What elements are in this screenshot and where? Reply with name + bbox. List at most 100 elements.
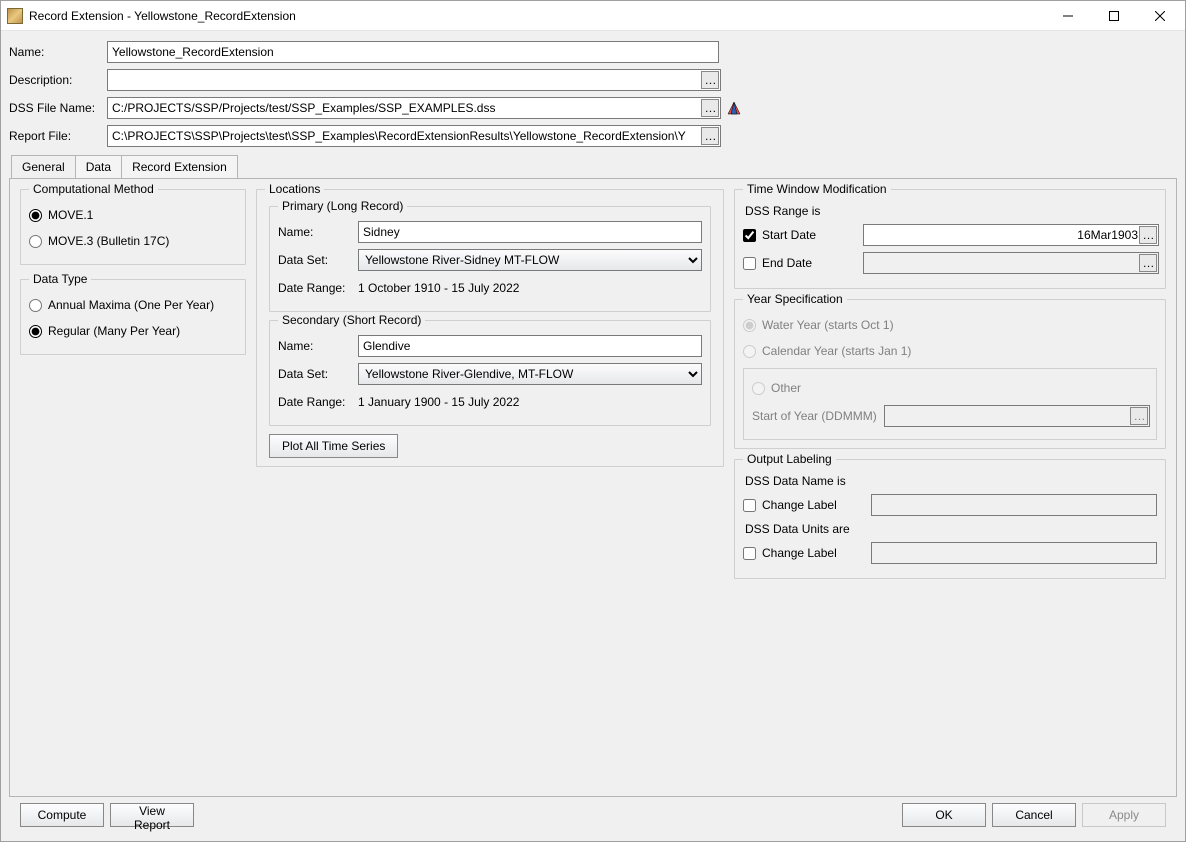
dss-range-label: DSS Range is bbox=[745, 204, 1157, 218]
locations-group: Locations Primary (Long Record) Name: Da… bbox=[256, 189, 724, 467]
header-form: Name: Description: … DSS File Name: … bbox=[9, 39, 1177, 151]
year-specification-group: Year Specification Water Year (starts Oc… bbox=[734, 299, 1166, 449]
primary-legend: Primary (Long Record) bbox=[278, 199, 407, 213]
tab-content-general: Computational Method MOVE.1 MOVE.3 (Bull… bbox=[9, 178, 1177, 797]
calendar-year-radio: Calendar Year (starts Jan 1) bbox=[743, 340, 1157, 362]
start-date-checkbox[interactable] bbox=[743, 229, 756, 242]
start-date-label: Start Date bbox=[762, 228, 816, 242]
client-area: Name: Description: … DSS File Name: … bbox=[1, 31, 1185, 841]
start-date-picker-button[interactable]: … bbox=[1139, 226, 1157, 244]
tab-data[interactable]: Data bbox=[76, 155, 122, 178]
view-report-button[interactable]: View Report bbox=[110, 803, 194, 827]
move3-label: MOVE.3 (Bulletin 17C) bbox=[48, 234, 169, 248]
change-name-input bbox=[871, 494, 1157, 516]
change-units-check[interactable]: Change Label bbox=[743, 546, 871, 560]
end-date-label: End Date bbox=[762, 256, 812, 270]
reportfile-input[interactable] bbox=[107, 125, 721, 147]
start-of-year-picker-button: … bbox=[1130, 407, 1148, 425]
secondary-legend: Secondary (Short Record) bbox=[278, 313, 425, 327]
water-year-radio-input bbox=[743, 319, 756, 332]
start-date-input[interactable] bbox=[863, 224, 1159, 246]
maximize-button[interactable] bbox=[1091, 1, 1137, 31]
dssfile-input[interactable] bbox=[107, 97, 721, 119]
dss-data-name-label: DSS Data Name is bbox=[745, 474, 1157, 488]
year-specification-legend: Year Specification bbox=[743, 292, 847, 306]
plot-all-timeseries-button[interactable]: Plot All Time Series bbox=[269, 434, 398, 458]
secondary-dataset-select[interactable]: Yellowstone River-Glendive, MT-FLOW bbox=[358, 363, 702, 385]
name-input[interactable] bbox=[107, 41, 719, 63]
titlebar: Record Extension - Yellowstone_RecordExt… bbox=[1, 1, 1185, 31]
dssfile-label: DSS File Name: bbox=[9, 101, 107, 115]
reportfile-label: Report File: bbox=[9, 129, 107, 143]
end-date-input bbox=[863, 252, 1159, 274]
description-browse-button[interactable]: … bbox=[701, 71, 719, 89]
change-units-checkbox[interactable] bbox=[743, 547, 756, 560]
other-year-label: Other bbox=[771, 381, 801, 395]
change-name-label: Change Label bbox=[762, 498, 837, 512]
cancel-button[interactable]: Cancel bbox=[992, 803, 1076, 827]
dss-data-units-label: DSS Data Units are bbox=[745, 522, 1157, 536]
output-labeling-group: Output Labeling DSS Data Name is Change … bbox=[734, 459, 1166, 579]
move3-radio-input[interactable] bbox=[29, 235, 42, 248]
output-labeling-legend: Output Labeling bbox=[743, 452, 836, 466]
dss-plot-icon[interactable] bbox=[725, 99, 743, 117]
water-year-radio: Water Year (starts Oct 1) bbox=[743, 314, 1157, 336]
minimize-button[interactable] bbox=[1045, 1, 1091, 31]
primary-dataset-select[interactable]: Yellowstone River-Sidney MT-FLOW bbox=[358, 249, 702, 271]
annual-maxima-radio-input[interactable] bbox=[29, 299, 42, 312]
move1-label: MOVE.1 bbox=[48, 208, 93, 222]
other-year-group: Other Start of Year (DDMMM) … bbox=[743, 368, 1157, 440]
calendar-year-label: Calendar Year (starts Jan 1) bbox=[762, 344, 911, 358]
regular-radio-input[interactable] bbox=[29, 325, 42, 338]
annual-maxima-label: Annual Maxima (One Per Year) bbox=[48, 298, 214, 312]
end-date-picker-button[interactable]: … bbox=[1139, 254, 1157, 272]
locations-legend: Locations bbox=[265, 182, 324, 196]
other-year-radio: Other bbox=[752, 377, 1148, 399]
other-year-radio-input bbox=[752, 382, 765, 395]
tab-bar: General Data Record Extension bbox=[9, 155, 1177, 178]
apply-button: Apply bbox=[1082, 803, 1166, 827]
window: Record Extension - Yellowstone_RecordExt… bbox=[0, 0, 1186, 842]
time-window-group: Time Window Modification DSS Range is St… bbox=[734, 189, 1166, 289]
regular-radio[interactable]: Regular (Many Per Year) bbox=[29, 320, 237, 342]
move1-radio[interactable]: MOVE.1 bbox=[29, 204, 237, 226]
change-units-label: Change Label bbox=[762, 546, 837, 560]
start-of-year-input bbox=[884, 405, 1150, 427]
reportfile-browse-button[interactable]: … bbox=[701, 127, 719, 145]
data-type-legend: Data Type bbox=[29, 272, 91, 286]
primary-record-group: Primary (Long Record) Name: Data Set: Ye… bbox=[269, 206, 711, 312]
calendar-year-radio-input bbox=[743, 345, 756, 358]
start-of-year-label: Start of Year (DDMMM) bbox=[752, 409, 884, 423]
change-name-checkbox[interactable] bbox=[743, 499, 756, 512]
secondary-name-input[interactable] bbox=[358, 335, 702, 357]
close-button[interactable] bbox=[1137, 1, 1183, 31]
end-date-check[interactable]: End Date bbox=[743, 256, 863, 270]
move3-radio[interactable]: MOVE.3 (Bulletin 17C) bbox=[29, 230, 237, 252]
computational-method-group: Computational Method MOVE.1 MOVE.3 (Bull… bbox=[20, 189, 246, 265]
ok-button[interactable]: OK bbox=[902, 803, 986, 827]
secondary-daterange-value: 1 January 1900 - 15 July 2022 bbox=[358, 395, 702, 409]
end-date-checkbox[interactable] bbox=[743, 257, 756, 270]
primary-name-input[interactable] bbox=[358, 221, 702, 243]
window-title: Record Extension - Yellowstone_RecordExt… bbox=[29, 9, 296, 23]
tab-general[interactable]: General bbox=[11, 155, 76, 178]
primary-dataset-label: Data Set: bbox=[278, 253, 358, 267]
data-type-group: Data Type Annual Maxima (One Per Year) R… bbox=[20, 279, 246, 355]
annual-maxima-radio[interactable]: Annual Maxima (One Per Year) bbox=[29, 294, 237, 316]
description-input[interactable] bbox=[107, 69, 721, 91]
name-label: Name: bbox=[9, 45, 107, 59]
secondary-record-group: Secondary (Short Record) Name: Data Set:… bbox=[269, 320, 711, 426]
start-date-check[interactable]: Start Date bbox=[743, 228, 863, 242]
compute-button[interactable]: Compute bbox=[20, 803, 104, 827]
secondary-daterange-label: Date Range: bbox=[278, 395, 358, 409]
secondary-dataset-label: Data Set: bbox=[278, 367, 358, 381]
water-year-label: Water Year (starts Oct 1) bbox=[762, 318, 894, 332]
dssfile-browse-button[interactable]: … bbox=[701, 99, 719, 117]
description-label: Description: bbox=[9, 73, 107, 87]
change-name-check[interactable]: Change Label bbox=[743, 498, 871, 512]
tab-record-extension[interactable]: Record Extension bbox=[122, 155, 238, 178]
regular-label: Regular (Many Per Year) bbox=[48, 324, 180, 338]
change-units-input bbox=[871, 542, 1157, 564]
primary-daterange-label: Date Range: bbox=[278, 281, 358, 295]
move1-radio-input[interactable] bbox=[29, 209, 42, 222]
